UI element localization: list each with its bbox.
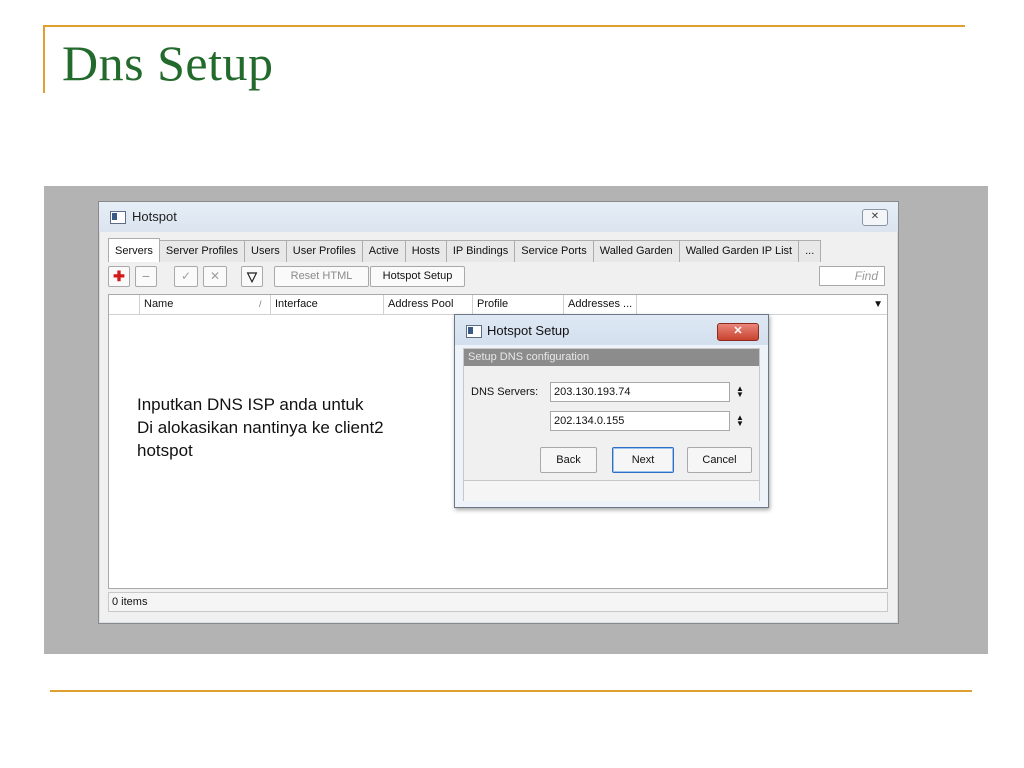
next-button[interactable]: Next <box>612 447 674 473</box>
tab-users[interactable]: Users <box>244 240 287 262</box>
check-icon: ✓ <box>180 269 192 283</box>
note-line-1: Inputkan DNS ISP anda untuk <box>137 395 364 414</box>
dns-server-1-input[interactable]: 203.130.193.74 <box>550 382 730 402</box>
note-line-3: hotspot <box>137 441 193 460</box>
dns-server-2-spin-icon[interactable]: ▲ ▼ <box>736 414 744 428</box>
slide-bottom-rule <box>50 690 972 692</box>
tab-service-ports[interactable]: Service Ports <box>514 240 594 262</box>
enable-button[interactable]: ✓ <box>174 266 198 287</box>
status-bar: 0 items <box>108 592 888 612</box>
table-header: Name / Interface Address Pool Profile Ad… <box>109 295 887 315</box>
dns-server-2-input[interactable]: 202.134.0.155 <box>550 411 730 431</box>
slide-top-rule <box>43 25 965 27</box>
tab-more[interactable]: ... <box>798 240 822 262</box>
window-title: Hotspot <box>132 209 177 224</box>
dialog-title: Hotspot Setup <box>487 323 570 338</box>
filter-button[interactable]: ▽ <box>241 266 263 287</box>
column-addresses[interactable]: Addresses ... <box>563 295 636 314</box>
tab-active[interactable]: Active <box>361 240 406 262</box>
reset-html-label: Reset HTML <box>290 270 353 282</box>
column-address-pool[interactable]: Address Pool <box>383 295 472 314</box>
hotspot-setup-label: Hotspot Setup <box>382 270 453 282</box>
tab-server-profiles[interactable]: Server Profiles <box>158 240 246 262</box>
back-button[interactable]: Back <box>540 447 597 473</box>
x-icon: ✕ <box>209 269 221 283</box>
hotspot-setup-dialog: Hotspot Setup ✕ Setup DNS configuration … <box>454 314 769 508</box>
plus-icon: ✚ <box>113 268 125 284</box>
cancel-button[interactable]: Cancel <box>687 447 752 473</box>
minus-icon: − <box>141 268 151 284</box>
window-icon <box>110 211 126 224</box>
dialog-window-icon <box>466 325 482 338</box>
dialog-close-icon[interactable]: ✕ <box>717 323 759 341</box>
find-input[interactable]: Find <box>819 266 885 286</box>
note-line-2: Di alokasikan nantinya ke client2 <box>137 418 384 437</box>
column-interface[interactable]: Interface <box>270 295 383 314</box>
toolbar: ✚ − ✓ ✕ ▽ Reset HTML Hotspot Setup Find <box>108 266 888 290</box>
column-name-label: Name <box>144 298 174 310</box>
column-flag[interactable] <box>109 295 139 314</box>
filter-icon: ▽ <box>247 269 257 284</box>
slide-title: Dns Setup <box>62 35 274 91</box>
dialog-titlebar[interactable]: Hotspot Setup ✕ <box>455 315 768 345</box>
tab-servers[interactable]: Servers <box>108 238 160 262</box>
column-name[interactable]: Name <box>139 295 270 314</box>
dialog-status-bar <box>464 480 759 501</box>
instruction-note: Inputkan DNS ISP anda untuk Di alokasika… <box>137 393 384 462</box>
tab-hosts[interactable]: Hosts <box>404 240 447 262</box>
tab-walled-garden[interactable]: Walled Garden <box>592 240 680 262</box>
remove-button[interactable]: − <box>135 266 157 287</box>
reset-html-button[interactable]: Reset HTML <box>274 266 369 287</box>
window-close-icon[interactable]: ✕ <box>862 209 888 226</box>
column-dropdown-icon[interactable]: ▼ <box>873 295 883 314</box>
spin-down-icon: ▼ <box>736 419 744 428</box>
dns-servers-label: DNS Servers: <box>471 386 539 398</box>
tab-bar: Servers Server Profiles Users User Profi… <box>108 238 822 262</box>
dns-server-1-spin-icon[interactable]: ▲ ▼ <box>736 385 744 399</box>
column-spacer <box>636 295 887 314</box>
tab-ip-bindings[interactable]: IP Bindings <box>445 240 516 262</box>
spin-down-icon: ▼ <box>736 390 744 399</box>
tab-walled-garden-ip-list[interactable]: Walled Garden IP List <box>678 240 800 262</box>
slide-left-rule <box>43 25 45 93</box>
hotspot-setup-button[interactable]: Hotspot Setup <box>370 266 465 287</box>
disable-button[interactable]: ✕ <box>203 266 227 287</box>
add-button[interactable]: ✚ <box>108 266 130 287</box>
dialog-body: Setup DNS configuration DNS Servers: 203… <box>463 348 760 501</box>
dialog-subtitle: Setup DNS configuration <box>464 349 759 366</box>
window-titlebar[interactable]: Hotspot ✕ <box>99 202 898 232</box>
column-profile[interactable]: Profile <box>472 295 563 314</box>
tab-user-profiles[interactable]: User Profiles <box>285 240 363 262</box>
sort-icon: / <box>259 299 262 309</box>
